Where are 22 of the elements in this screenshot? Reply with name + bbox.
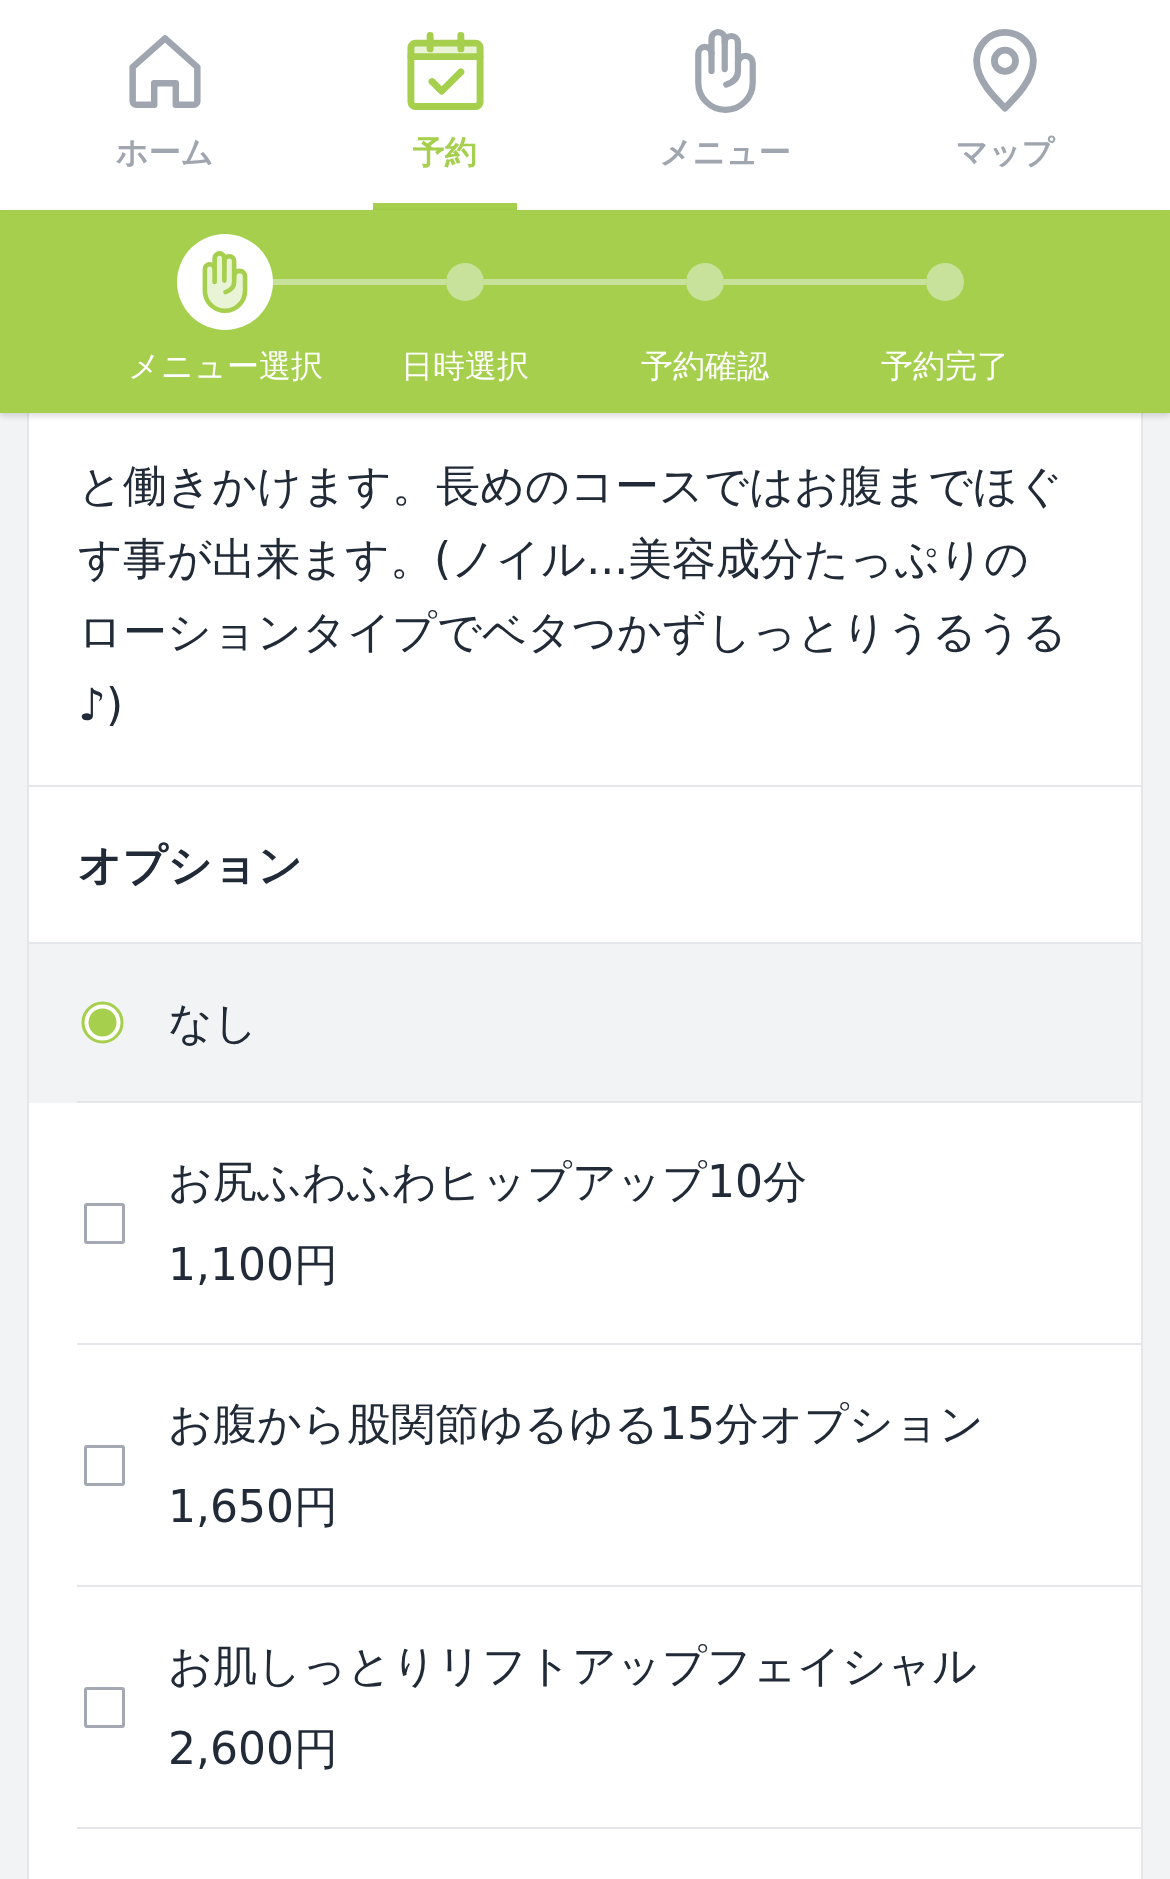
option-price: 1,100円 [168, 1238, 339, 1292]
step-label: 日時選択 [400, 346, 530, 386]
option-price: 1,650円 [168, 1480, 339, 1534]
step-label: メニュー選択 [126, 346, 324, 386]
step-label: 予約完了 [880, 346, 1010, 386]
checkbox[interactable] [84, 1686, 125, 1728]
home-icon [129, 34, 201, 108]
option-label: なし [168, 996, 258, 1050]
option-row[interactable]: なし [29, 944, 1141, 1103]
step-label: 予約確認 [640, 346, 770, 386]
checkbox[interactable] [84, 1444, 125, 1486]
option-label: お腹から股関節ゆるゆる15分オプション [168, 1397, 984, 1451]
section-heading: オプション [78, 838, 304, 892]
option-label: お肌しっとりリフトアップフェイシャル [168, 1639, 977, 1693]
checkbox[interactable] [84, 1202, 125, 1244]
calendar-check-icon [406, 32, 484, 110]
hand-icon [694, 29, 756, 113]
description-text: と働きかけます。長めのコースではお腹までほぐす事が出来ます。(ノイル...美容成分たっぷりのローションタイプでベタつかずしっとりうるうる♪) [78, 459, 1068, 732]
radio-button[interactable] [81, 1001, 124, 1044]
option-price: 2,600円 [168, 1722, 339, 1776]
option-label: お尻ふわふわヒップアップ10分 [168, 1155, 807, 1209]
map-pin-icon [973, 29, 1037, 113]
